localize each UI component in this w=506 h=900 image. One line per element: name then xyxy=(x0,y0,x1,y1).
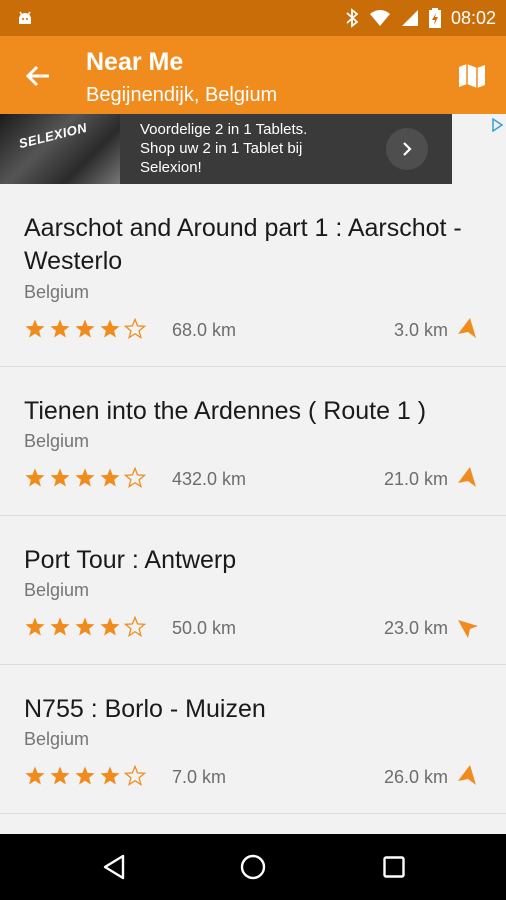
wifi-icon xyxy=(369,9,391,27)
system-nav-bar xyxy=(0,834,506,900)
signal-icon xyxy=(401,9,419,27)
back-arrow-icon[interactable] xyxy=(20,58,56,94)
star-filled-icon xyxy=(99,467,121,494)
recents-square-icon[interactable] xyxy=(378,851,410,883)
route-length: 50.0 km xyxy=(172,618,237,638)
star-filled-icon xyxy=(24,616,46,643)
ad-text-line: Voordelige 2 in 1 Tablets. xyxy=(140,121,308,138)
star-filled-icon xyxy=(49,318,71,345)
battery-icon xyxy=(428,8,441,28)
star-filled-icon xyxy=(74,765,96,792)
route-item[interactable]: Port Tour : Antwerp Belgium 50.0 km 23.0… xyxy=(0,516,506,665)
home-circle-icon[interactable] xyxy=(237,851,269,883)
route-country: Belgium xyxy=(24,580,90,600)
route-length: 432.0 km xyxy=(172,469,247,489)
ad-banner-body[interactable]: SELEXION Voordelige 2 in 1 Tablets. Shop… xyxy=(0,114,452,184)
ad-image: SELEXION xyxy=(0,114,120,184)
star-empty-icon xyxy=(123,615,147,643)
direction-arrow-icon xyxy=(456,763,480,787)
route-country: Belgium xyxy=(24,729,90,749)
route-name: Port Tour : Antwerp xyxy=(24,546,237,574)
route-item[interactable]: Tienen into the Ardennes ( Route 1 ) Bel… xyxy=(0,367,506,516)
star-filled-icon xyxy=(74,616,96,643)
star-empty-icon xyxy=(123,764,147,792)
direction-arrow-icon xyxy=(456,316,480,340)
ad-open-button[interactable] xyxy=(386,128,428,170)
bluetooth-icon xyxy=(345,8,359,28)
route-item[interactable]: Aarschot and Around part 1 : Aarschot - … xyxy=(0,184,506,367)
ad-text-line: Selexion! xyxy=(140,159,202,176)
star-filled-icon xyxy=(24,467,46,494)
status-icons: 08:02 xyxy=(345,0,496,36)
star-filled-icon xyxy=(99,765,121,792)
route-item[interactable]: N755 : Borlo - Muizen Belgium 7.0 km 26.… xyxy=(0,665,506,814)
rating-stars xyxy=(24,615,147,643)
rating-stars xyxy=(24,317,147,345)
route-country: Belgium xyxy=(24,431,90,451)
route-name: Aarschot and Around part 1 : Aarschot - … xyxy=(24,214,462,275)
status-bar: 08:02 xyxy=(0,0,506,36)
star-filled-icon xyxy=(99,318,121,345)
adchoices-icon[interactable] xyxy=(490,117,504,133)
star-filled-icon xyxy=(74,467,96,494)
rating-stars xyxy=(24,764,147,792)
route-name: Tienen into the Ardennes ( Route 1 ) xyxy=(24,397,427,425)
star-filled-icon xyxy=(24,765,46,792)
ad-banner[interactable]: SELEXION Voordelige 2 in 1 Tablets. Shop… xyxy=(0,114,506,184)
ad-text-line: Shop uw 2 in 1 Tablet bij xyxy=(140,140,303,157)
page-title: Near Me xyxy=(86,48,184,76)
app-bar: Near Me Begijnendijk, Belgium xyxy=(0,36,506,114)
route-length: 68.0 km xyxy=(172,320,237,340)
route-list: Aarschot and Around part 1 : Aarschot - … xyxy=(0,184,506,814)
back-triangle-icon[interactable] xyxy=(98,851,130,883)
star-filled-icon xyxy=(24,318,46,345)
star-filled-icon xyxy=(49,616,71,643)
route-distance: 26.0 km xyxy=(383,767,448,787)
chevron-right-icon xyxy=(403,142,412,156)
android-icon xyxy=(14,7,36,29)
route-distance: 23.0 km xyxy=(383,618,448,638)
star-empty-icon xyxy=(123,317,147,345)
direction-arrow-icon xyxy=(456,616,480,640)
rating-stars xyxy=(24,466,147,494)
star-filled-icon xyxy=(74,318,96,345)
direction-arrow-icon xyxy=(456,465,480,489)
ad-text: Voordelige 2 in 1 Tablets. Shop uw 2 in … xyxy=(140,120,380,177)
star-filled-icon xyxy=(49,467,71,494)
route-distance: 3.0 km xyxy=(393,320,448,340)
map-icon[interactable] xyxy=(456,60,488,92)
route-country: Belgium xyxy=(24,282,90,302)
ad-brand-sign: SELEXION xyxy=(17,119,89,152)
route-length: 7.0 km xyxy=(172,767,227,787)
status-time: 08:02 xyxy=(450,7,496,28)
star-filled-icon xyxy=(99,616,121,643)
location-subtitle: Begijnendijk, Belgium xyxy=(86,84,278,106)
star-empty-icon xyxy=(123,466,147,494)
star-filled-icon xyxy=(49,765,71,792)
route-distance: 21.0 km xyxy=(383,469,448,489)
route-name: N755 : Borlo - Muizen xyxy=(24,695,266,723)
